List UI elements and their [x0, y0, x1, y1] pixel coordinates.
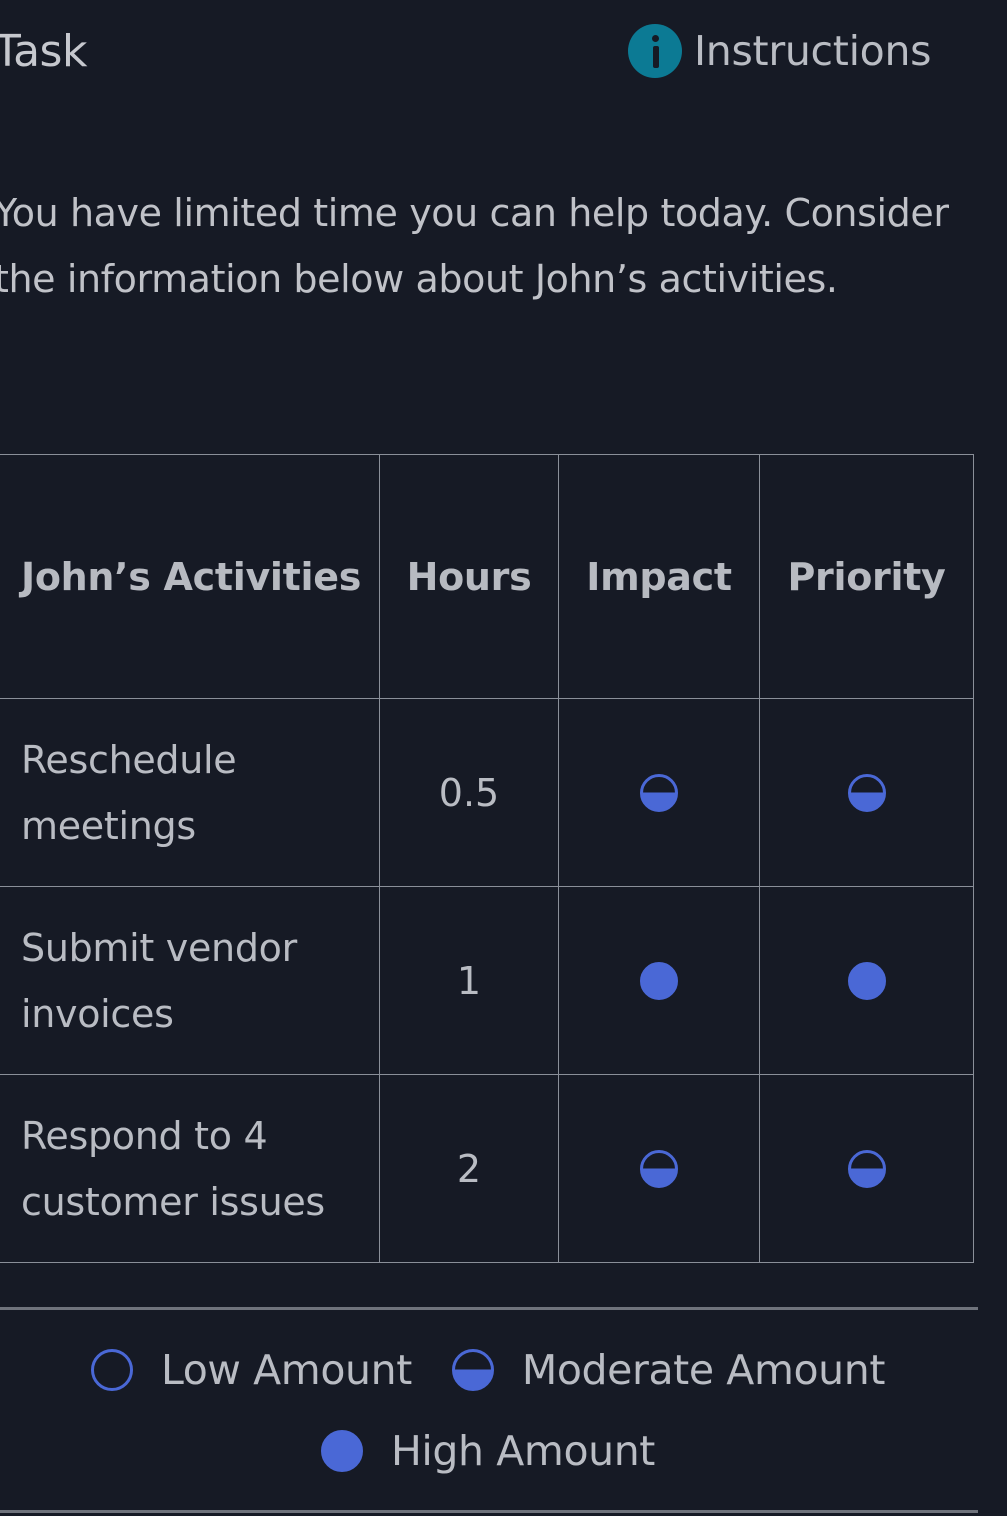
impact-cell	[558, 886, 760, 1075]
priority-cell	[759, 698, 974, 887]
table-header-row: John’s Activities Hours Impact Priority	[0, 454, 974, 699]
legend: Low Amount Moderate Amount High Amount	[0, 1307, 978, 1513]
moderate-amount-icon	[640, 1149, 678, 1188]
legend-label-low: Low Amount	[160, 1346, 412, 1394]
activity-hours: 0.5	[379, 698, 559, 887]
activity-hours: 2	[379, 1074, 559, 1263]
legend-label-high: High Amount	[391, 1427, 655, 1475]
table-row: Submit vendor invoices 1	[0, 886, 974, 1075]
info-icon-bar	[652, 46, 659, 68]
impact-cell	[558, 698, 760, 887]
activity-hours: 1	[379, 886, 559, 1075]
legend-label-moderate: Moderate Amount	[521, 1346, 886, 1394]
activities-table: John’s Activities Hours Impact Priority …	[0, 454, 974, 1263]
header-hours: Hours	[379, 454, 559, 699]
table-row: Reschedule meetings 0.5	[0, 698, 974, 887]
intro-text: You have limited time you can help today…	[0, 191, 949, 301]
moderate-amount-icon	[640, 773, 678, 812]
moderate-amount-icon	[847, 1149, 886, 1188]
impact-cell	[558, 1074, 760, 1263]
header-impact: Impact	[558, 454, 760, 699]
legend-row: High Amount	[0, 1427, 978, 1475]
info-icon[interactable]	[628, 24, 682, 78]
header: Task Instructions	[0, 0, 1007, 110]
high-amount-icon	[640, 961, 678, 1000]
header-activities: John’s Activities	[0, 454, 380, 699]
moderate-amount-icon	[847, 773, 886, 812]
activity-name: Submit vendor invoices	[0, 886, 380, 1075]
moderate-amount-icon	[451, 1349, 494, 1391]
page-title: Task	[0, 26, 87, 77]
priority-cell	[759, 1074, 974, 1263]
legend-item-moderate: Moderate Amount	[451, 1346, 886, 1394]
legend-item-high: High Amount	[321, 1427, 655, 1475]
info-icon-dot	[652, 35, 659, 42]
high-amount-icon	[847, 961, 886, 1000]
legend-row: Low Amount Moderate Amount	[0, 1346, 978, 1394]
activity-name: Respond to 4 customer issues	[0, 1074, 380, 1263]
legend-item-low: Low Amount	[90, 1346, 412, 1394]
table-row: Respond to 4 customer issues 2	[0, 1074, 974, 1263]
priority-cell	[759, 886, 974, 1075]
low-amount-icon	[90, 1349, 133, 1391]
header-priority: Priority	[759, 454, 974, 699]
high-amount-icon	[321, 1430, 363, 1472]
instructions-button[interactable]: Instructions	[628, 24, 932, 78]
instructions-label[interactable]: Instructions	[694, 27, 932, 75]
activity-name: Reschedule meetings	[0, 698, 380, 887]
